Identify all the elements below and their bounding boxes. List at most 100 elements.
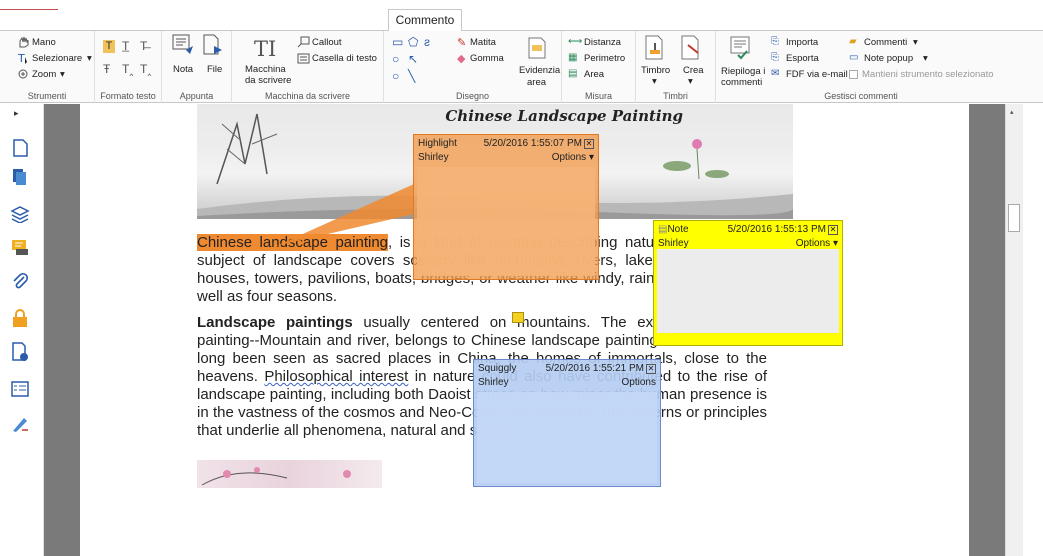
highlight-options[interactable]: Options ▾ [552,151,594,165]
squiggly-popup-body[interactable] [477,392,657,483]
left-sidebar: ▸ [0,104,44,556]
note-popup-chevron-icon[interactable]: ▾ [923,53,928,64]
highlight-text-icon[interactable]: T [103,40,115,53]
macchina-button-line1[interactable]: Macchina [245,64,286,75]
file-button[interactable]: File [207,64,222,75]
strikeout-text-icon[interactable]: T̶ [140,39,147,53]
typewriter-icon: TI [254,37,277,61]
ribbon: Mano T Selezionare ▾ Zoom ▾ Strumenti T … [0,31,1043,103]
selezionare-chevron-icon[interactable]: ▾ [87,53,92,64]
create-stamp-icon [681,35,699,60]
page-thumbnails-icon[interactable] [10,138,30,158]
callout-icon [297,36,310,48]
comments-folder-icon: ▰ [849,36,857,47]
evidenzia-area-line1[interactable]: Evidenzia [519,65,560,76]
esporta-button[interactable]: Esporta [786,53,819,64]
perimetro-button[interactable]: Perimetro [584,53,625,64]
casella-testo-button[interactable]: Casella di testo [312,53,377,64]
commenti-chevron-icon[interactable]: ▾ [913,37,918,48]
group-label-strumenti: Strumenti [27,91,67,101]
gomma-button[interactable]: Gomma [470,53,504,64]
group-formato-testo: T T̲ T̶ Ŧ T‸ T‸ Formato testo [95,31,162,103]
importa-button[interactable]: Importa [786,37,818,48]
group-label-formato: Formato testo [100,91,156,101]
squiggly-close-icon[interactable]: ✕ [646,364,656,374]
layers-icon[interactable] [10,167,30,187]
stamp-icon [645,35,663,60]
export-icon: ⎘ [771,52,779,63]
insert-text-icon[interactable]: T‸ [122,62,133,76]
timbro-button[interactable]: Timbro [641,65,670,76]
document-properties-icon[interactable] [10,342,30,362]
underline-text-icon[interactable]: T̲ [122,39,129,53]
riepiloga-button-line1[interactable]: Riepiloga i [721,66,765,77]
zoom-chevron-icon[interactable]: ▾ [60,69,65,80]
crea-button[interactable]: Crea [683,65,704,76]
circle-icon[interactable]: ○ [392,69,399,83]
replace-text-icon[interactable]: Ŧ [103,62,110,76]
vertical-scrollbar[interactable]: ▴ [1005,104,1023,556]
area-button[interactable]: Area [584,69,604,80]
cloud-icon[interactable]: ƨ [424,35,430,49]
caret-text-icon[interactable]: T‸ [140,62,151,76]
hand-icon [19,36,29,48]
zoom-icon [18,69,28,79]
highlight-popup[interactable]: Highlight 5/20/2016 1:55:07 PM ✕ Shirley Op… [413,134,599,280]
import-icon: ⎘ [771,36,779,47]
note-popup-button[interactable]: Note popup [864,53,913,64]
attachment-icon[interactable] [10,272,30,292]
area-measure-icon: ▤ [568,68,578,79]
perimeter-icon: ▦ [568,52,578,63]
line-icon[interactable]: ╲ [408,69,415,83]
svg-text:T: T [18,52,25,64]
squiggly-popup[interactable]: Squiggly 5/20/2016 1:55:21 PM ✕ Shirley Opt… [473,359,661,487]
squiggly-time: 5/20/2016 1:55:21 PM [545,363,644,374]
squiggly-options[interactable]: Options [622,376,656,390]
document-area: Chinese Landscape Painting Chinese lands… [44,104,1005,556]
scroll-up-icon[interactable]: ▴ [1010,108,1014,116]
rectangle-icon[interactable]: ▭ [392,35,403,49]
riepiloga-button-line2[interactable]: commenti [721,77,762,88]
mano-button[interactable]: Mano [32,37,56,48]
polygon-icon[interactable]: ⬠ [408,35,418,49]
comments-panel-icon[interactable] [10,237,30,257]
highlight-popup-header: Highlight 5/20/2016 1:55:07 PM ✕ Shirley Op… [414,135,598,167]
group-misura: ⟷ Distanza ▦ Perimetro ▤ Area Misura [562,31,636,103]
highlight-author: Shirley [418,152,449,163]
selezionare-button[interactable]: Selezionare [32,53,82,64]
evidenzia-area-line2[interactable]: area [527,77,546,88]
highlight-popup-body[interactable] [417,167,595,276]
matita-button[interactable]: Matita [470,37,496,48]
tab-commento[interactable]: Commento [388,9,462,32]
area-highlight-icon [528,37,546,59]
mantieni-checkbox[interactable] [849,70,858,79]
zoom-button[interactable]: Zoom [32,69,56,80]
timbro-chevron-icon[interactable]: ▾ [652,76,657,87]
signature-icon[interactable] [10,414,30,434]
fdf-email-button[interactable]: FDF via e-mail [786,69,848,80]
oval-icon[interactable]: ○ [392,52,399,66]
distanza-button[interactable]: Distanza [584,37,621,48]
note-popup[interactable]: ▤Note 5/20/2016 1:55:13 PM ✕ Shirley Option… [653,220,843,346]
callout-button[interactable]: Callout [312,37,342,48]
expand-sidebar-icon[interactable]: ▸ [14,108,19,119]
note-popup-body[interactable] [657,249,839,333]
fdf-email-icon: ✉ [771,68,780,79]
group-label-macchina: Macchina da scrivere [264,91,351,101]
scroll-thumb[interactable] [1008,204,1020,232]
app-logo-fragment [0,0,58,10]
stack-icon[interactable] [10,203,30,223]
nota-button[interactable]: Nota [173,64,193,75]
note-close-icon[interactable]: ✕ [828,225,838,235]
commenti-button[interactable]: Commenti [864,37,907,48]
mantieni-label: Mantieni strumento selezionato [862,69,994,80]
macchina-button-line2[interactable]: da scrivere [245,75,291,86]
group-strumenti: Mano T Selezionare ▾ Zoom ▾ Strumenti [0,31,95,103]
text-select-icon: T [18,52,27,64]
lock-security-icon[interactable] [10,308,30,328]
group-disegno: ▭ ⬠ ƨ ○ ↖ ○ ╲ ✎ Matita ◆ Gomma Evidenzia… [384,31,562,103]
crea-chevron-icon[interactable]: ▾ [688,76,693,87]
highlight-close-icon[interactable]: ✕ [584,139,594,149]
form-fields-icon[interactable] [10,379,30,399]
arrow-icon[interactable]: ↖ [408,52,418,66]
